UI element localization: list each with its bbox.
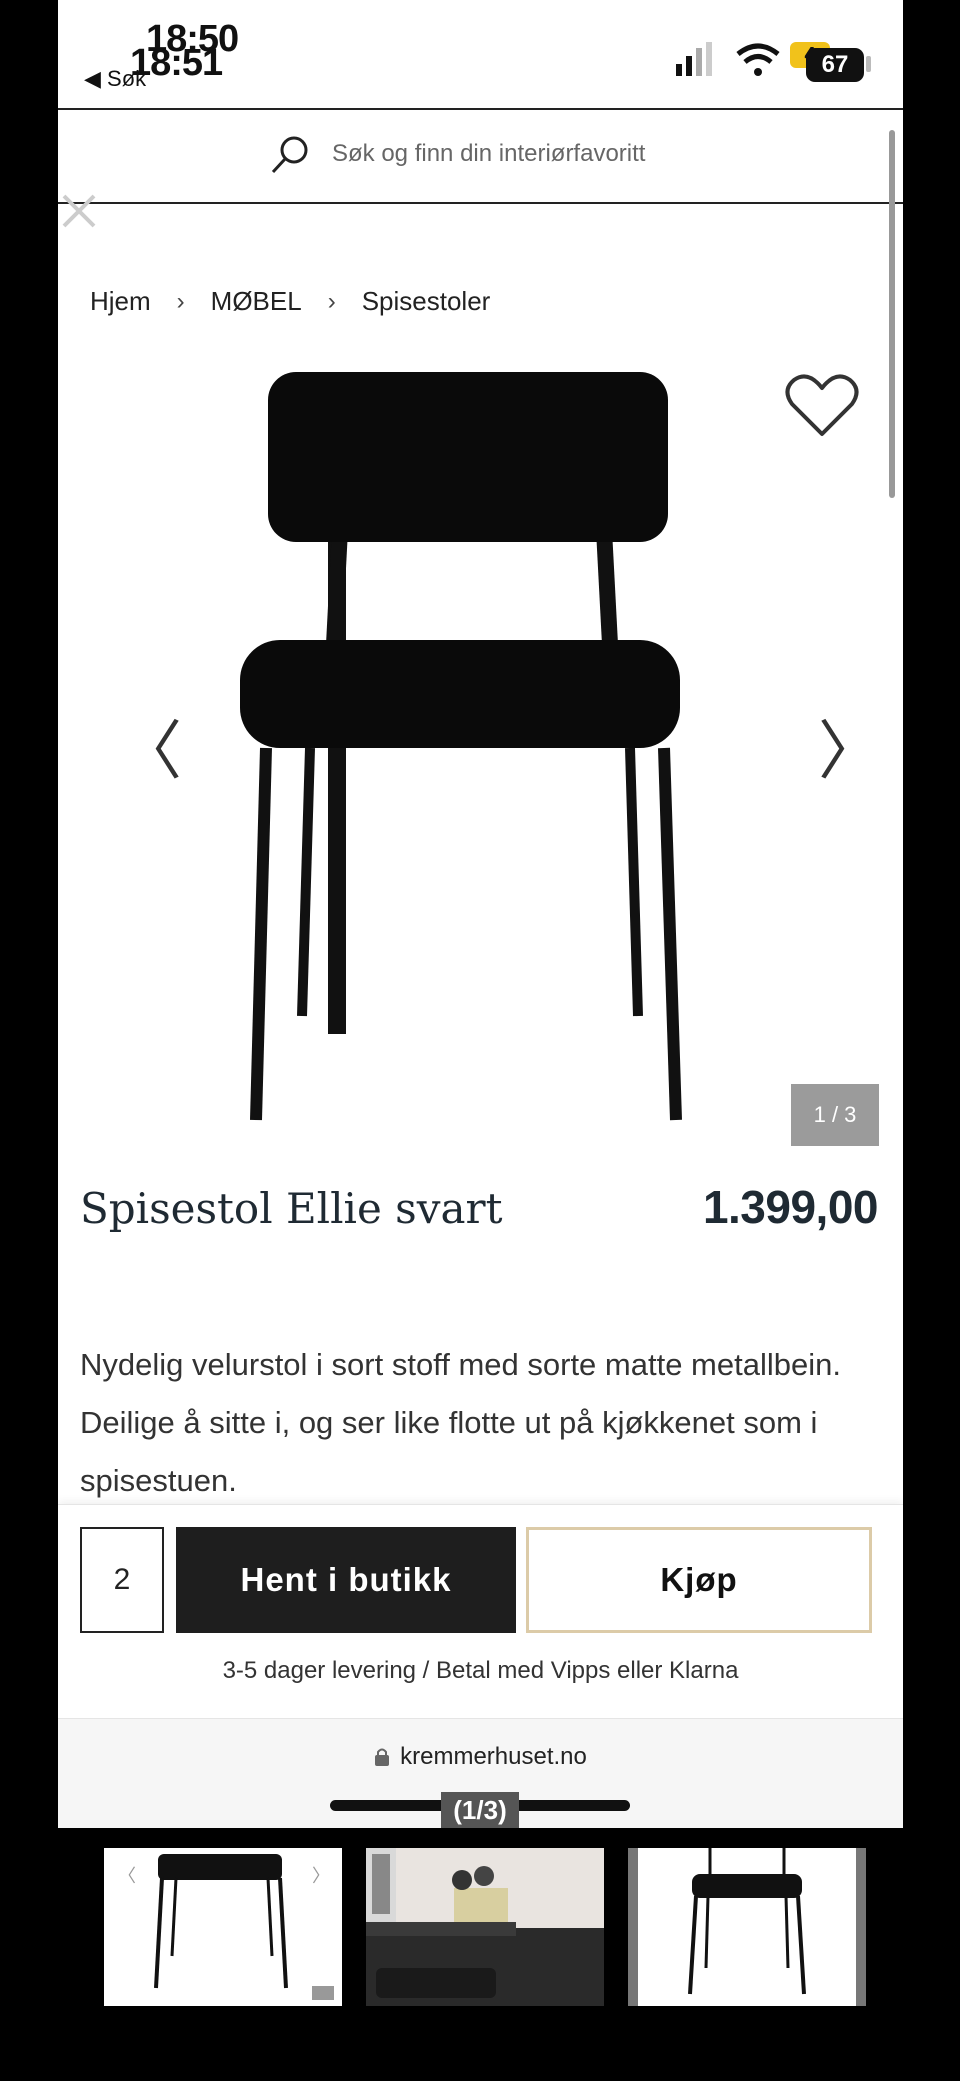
breadcrumb-category[interactable]: MØBEL bbox=[211, 286, 302, 317]
buy-button[interactable]: Kjøp bbox=[526, 1527, 872, 1633]
svg-text:〉: 〉 bbox=[312, 1866, 330, 1887]
breadcrumb-subcategory[interactable]: Spisestoler bbox=[362, 286, 491, 317]
breadcrumb-home[interactable]: Hjem bbox=[90, 286, 151, 317]
page-indicator: (1/3) bbox=[441, 1792, 519, 1828]
thumbnail-room-image bbox=[366, 1848, 604, 2006]
quantity-input[interactable]: 2 bbox=[80, 1527, 164, 1633]
thumbnail-chair-front-image bbox=[628, 1848, 866, 2006]
pickup-in-store-button[interactable]: Hent i butikk bbox=[176, 1527, 516, 1633]
wifi-icon bbox=[736, 43, 780, 76]
close-icon[interactable] bbox=[60, 192, 98, 230]
breadcrumb-separator-icon: › bbox=[327, 287, 336, 315]
heart-icon[interactable] bbox=[784, 372, 860, 440]
chevron-left-icon[interactable]: 〈 bbox=[118, 700, 182, 792]
product-title: Spisestol Ellie svart bbox=[80, 1184, 503, 1233]
back-to-search-link[interactable]: ◀ Søk bbox=[84, 66, 146, 92]
shipping-info: 3-5 dager levering / Betal med Vipps ell… bbox=[222, 1657, 739, 1684]
search-bar[interactable]: Søk og finn din interiørfavoritt bbox=[58, 110, 903, 202]
url-text[interactable]: kremmerhuset.no bbox=[400, 1743, 587, 1771]
battery-indicator: 67 bbox=[806, 48, 864, 82]
page-scrollbar[interactable] bbox=[889, 130, 895, 498]
battery-tip bbox=[866, 56, 871, 72]
thumbnail-chair-image: 〈 〉 bbox=[118, 1854, 334, 2000]
chevron-right-icon[interactable]: 〉 bbox=[818, 700, 882, 792]
signal-icon bbox=[676, 42, 712, 76]
product-description: Nydelig velurstol i sort stoff med sorte… bbox=[80, 1347, 841, 1498]
breadcrumb: Hjem › MØBEL › Spisestoler bbox=[90, 286, 490, 317]
thumbnail-2[interactable] bbox=[366, 1848, 604, 2006]
search-divider bbox=[58, 202, 903, 204]
thumbnail-1[interactable]: 〈 〉 bbox=[104, 1848, 342, 2006]
breadcrumb-separator-icon: › bbox=[176, 287, 185, 315]
lock-icon bbox=[375, 1748, 390, 1766]
purchase-bar: 2 Hent i butikk Kjøp 3-5 dager levering … bbox=[58, 1504, 903, 1719]
image-counter: 1 / 3 bbox=[791, 1084, 879, 1146]
search-input[interactable]: Søk og finn din interiørfavoritt bbox=[332, 140, 645, 168]
back-label: Søk bbox=[107, 66, 147, 91]
back-arrow-icon: ◀ bbox=[84, 66, 101, 91]
product-price: 1.399,00 bbox=[702, 1181, 879, 1233]
thumbnail-3[interactable] bbox=[628, 1848, 866, 2006]
svg-text:〈: 〈 bbox=[118, 1866, 136, 1887]
phone-screen: 18:50 18:51 ◀ Søk 4 67 Søk og finn din i… bbox=[58, 0, 903, 1828]
search-icon bbox=[271, 136, 308, 174]
product-image bbox=[240, 372, 682, 1121]
